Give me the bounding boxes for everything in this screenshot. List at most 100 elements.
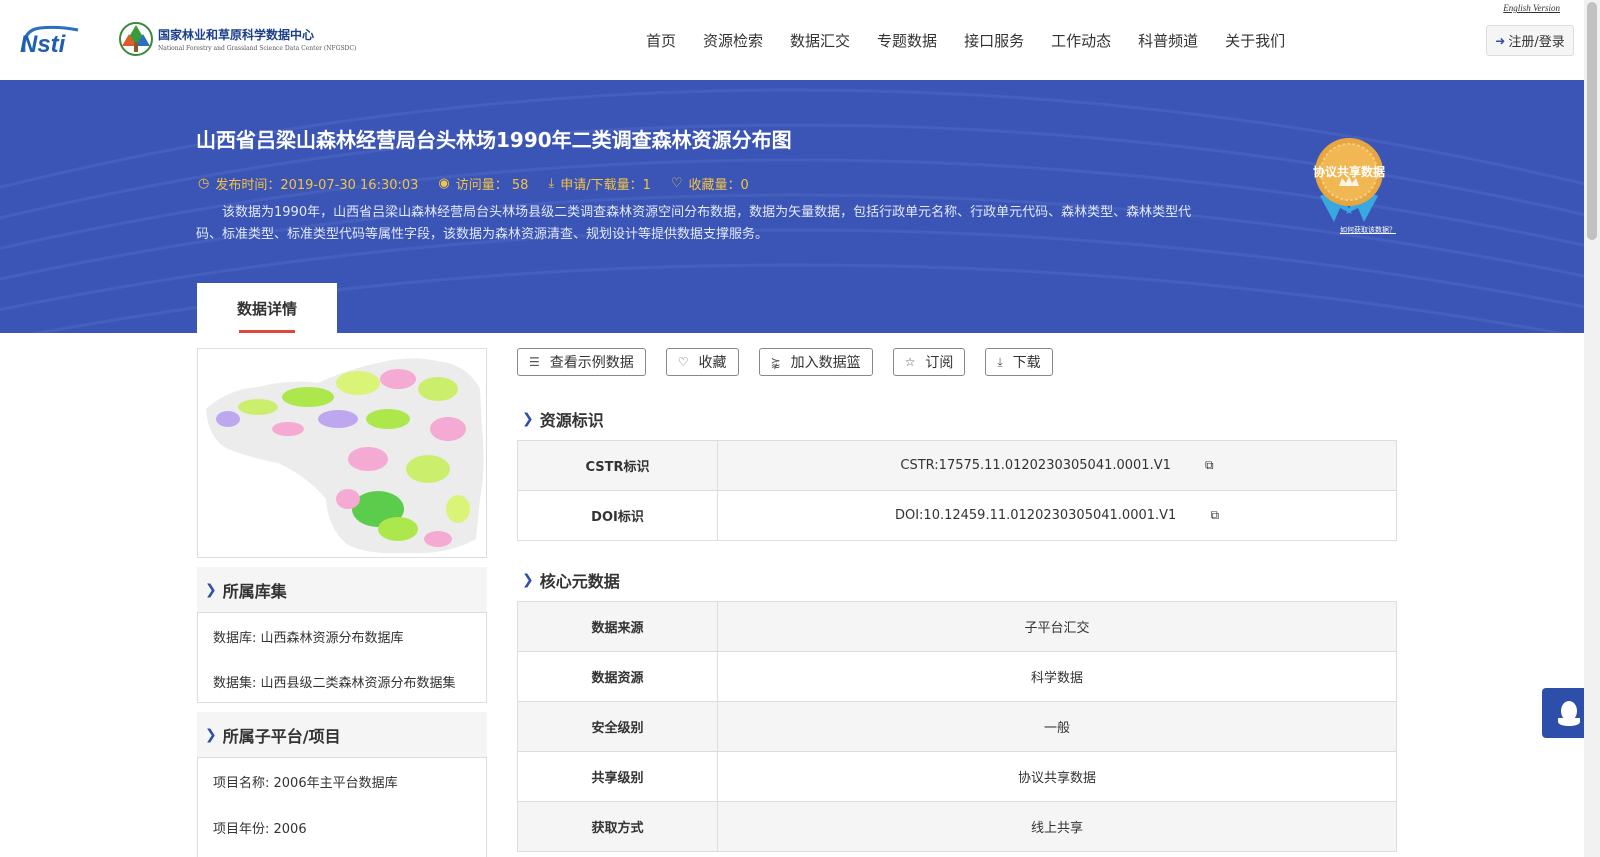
meta-key: 获取方式 <box>517 801 718 852</box>
forest-map-thumbnail <box>206 358 484 554</box>
chevron-right-icon: ❯ <box>205 581 217 598</box>
heart-icon: ♡ <box>670 176 683 191</box>
dataset-name[interactable]: 数据集: 山西县级二类森林资源分布数据集 <box>213 672 468 691</box>
download-icon: ⤓ <box>997 354 1003 369</box>
login-label: 注册/登录 <box>1508 35 1565 50</box>
nfgsdc-emblem-icon[interactable] <box>118 20 154 58</box>
nav-topic-data[interactable]: 专题数据 <box>877 30 937 51</box>
login-register-button[interactable]: ➜ 注册/登录 <box>1486 25 1574 56</box>
chevron-right-icon: ❯ <box>522 572 534 588</box>
chevron-right-icon: ❯ <box>205 726 217 743</box>
nav-home[interactable]: 首页 <box>646 30 676 51</box>
share-level-badge-text: 协议共享数据 <box>1312 165 1385 179</box>
star-icon: ☆ <box>904 355 916 369</box>
svg-text:Nsti: Nsti <box>20 31 67 56</box>
download-label: 下载 <box>1012 355 1041 371</box>
dataset-description: 该数据为1990年，山西省吕梁山森林经营局台头林场县级二类调查森林资源空间分布数… <box>196 205 1192 242</box>
meta-value: 线上共享 <box>717 801 1397 852</box>
table-row: 数据资源 科学数据 <box>517 651 1397 702</box>
tab-active-indicator <box>239 330 295 333</box>
core-metadata-heading: ❯ 核心元数据 <box>522 568 620 592</box>
cstr-value-cell: CSTR:17575.11.0120230305041.0001.V1 ⧉ <box>717 440 1397 491</box>
core-metadata-table: 数据来源 子平台汇交 数据资源 科学数据 安全级别 一般 共享级别 协议共享数据… <box>517 601 1397 852</box>
doi-key: DOI标识 <box>517 490 718 541</box>
publish-time: ◷ 发布时间：2019-07-30 16:30:03 <box>198 174 418 193</box>
view-sample-button[interactable]: ☰ 查看示例数据 <box>517 348 646 376</box>
center-name-en: National Forestry and Grassland Science … <box>158 45 357 52</box>
copy-icon[interactable]: ⧉ <box>1205 458 1214 473</box>
database-icon: ☰ <box>529 355 540 369</box>
meta-value: 科学数据 <box>717 651 1397 702</box>
favorite-count-text: 收藏量：0 <box>688 178 749 193</box>
main-nav: 首页 资源检索 数据汇交 专题数据 接口服务 工作动态 科普频道 关于我们 <box>646 30 1312 51</box>
favorite-button[interactable]: ♡ 收藏 <box>665 348 739 376</box>
meta-value: 子平台汇交 <box>717 601 1397 652</box>
dataset-meta: ◷ 发布时间：2019-07-30 16:30:03 ◉ 访问量： 58 ⤓ 申… <box>198 174 769 193</box>
library-section-title: 所属库集 <box>222 581 287 601</box>
site-header: Nsti 国家林业和草原科学数据中心 National Forestry and… <box>0 0 1584 80</box>
favorite-count: ♡ 收藏量：0 <box>671 174 749 193</box>
nsti-logo[interactable]: Nsti <box>18 22 98 56</box>
nav-news[interactable]: 工作动态 <box>1051 30 1111 51</box>
project-info-box: 项目名称: 2006年主平台数据库 项目年份: 2006 <box>197 757 487 857</box>
table-row: 共享级别 协议共享数据 <box>517 751 1397 802</box>
meta-value: 协议共享数据 <box>717 751 1397 802</box>
publish-time-text: 发布时间：2019-07-30 16:30:03 <box>215 178 419 193</box>
doi-value: DOI:10.12459.11.0120230305041.0001.V1 <box>894 508 1177 523</box>
tab-data-details-label: 数据详情 <box>236 299 297 318</box>
meta-key: 共享级别 <box>517 751 718 802</box>
tab-data-details[interactable]: 数据详情 <box>197 283 337 333</box>
action-toolbar: ☰ 查看示例数据 ♡ 收藏 ⪺ 加入数据篮 ☆ 订阅 ⤓ 下载 <box>517 348 1073 376</box>
how-to-get-data-link[interactable]: 如何获取该数据？ <box>1340 225 1396 235</box>
resource-id-table: CSTR标识 CSTR:17575.11.0120230305041.0001.… <box>517 440 1397 541</box>
database-name[interactable]: 数据库: 山西森林资源分布数据库 <box>213 627 468 646</box>
table-row: 数据来源 子平台汇交 <box>517 601 1397 652</box>
subscribe-button[interactable]: ☆ 订阅 <box>892 348 966 376</box>
visit-count-text: 访问量： 58 <box>455 178 529 193</box>
nav-resource-search[interactable]: 资源检索 <box>703 30 763 51</box>
doi-value-cell: DOI:10.12459.11.0120230305041.0001.V1 ⧉ <box>717 490 1397 541</box>
cstr-value: CSTR:17575.11.0120230305041.0001.V1 <box>900 458 1171 473</box>
dataset-thumbnail[interactable] <box>197 348 487 558</box>
add-to-basket-label: 加入数据篮 <box>790 355 861 371</box>
cstr-key: CSTR标识 <box>517 440 718 491</box>
meta-key: 数据来源 <box>517 601 718 652</box>
download-count: ⤓ 申请/下载量：1 <box>548 174 650 193</box>
subscribe-label: 订阅 <box>925 355 954 371</box>
resource-id-title: 资源标识 <box>539 411 604 430</box>
library-info-box: 数据库: 山西森林资源分布数据库 数据集: 山西县级二类森林资源分布数据集 <box>197 612 487 703</box>
meta-key: 安全级别 <box>517 701 718 752</box>
project-section-title: 所属子平台/项目 <box>222 726 341 746</box>
dataset-title: 山西省吕梁山森林经营局台头林场1990年二类调查森林资源分布图 <box>196 128 792 152</box>
download-button[interactable]: ⤓ 下载 <box>985 348 1053 376</box>
clock-icon: ◷ <box>198 176 210 191</box>
resource-id-heading: ❯ 资源标识 <box>522 407 604 431</box>
meta-key: 数据资源 <box>517 651 718 702</box>
dataset-banner: 山西省吕梁山森林经营局台头林场1990年二类调查森林资源分布图 ◷ 发布时间：2… <box>0 80 1584 333</box>
english-version-link[interactable]: English Version <box>1503 3 1560 13</box>
table-row: 安全级别 一般 <box>517 701 1397 752</box>
chevron-right-icon: ❯ <box>522 411 534 427</box>
project-section-heading: ❯ 所属子平台/项目 <box>197 712 487 757</box>
nav-science-popularization[interactable]: 科普频道 <box>1138 30 1198 51</box>
nav-about-us[interactable]: 关于我们 <box>1225 30 1285 51</box>
page-scrollbar[interactable] <box>1584 0 1600 857</box>
eye-icon: ◉ <box>438 176 450 191</box>
nav-api-service[interactable]: 接口服务 <box>964 30 1024 51</box>
scrollbar-thumb[interactable] <box>1587 2 1597 240</box>
view-sample-label: 查看示例数据 <box>549 355 634 371</box>
add-to-basket-button[interactable]: ⪺ 加入数据篮 <box>758 348 873 376</box>
download-count-text: 申请/下载量：1 <box>560 178 651 193</box>
share-icon: ⪺ <box>770 355 781 369</box>
visit-count: ◉ 访问量： 58 <box>438 174 528 193</box>
qq-penguin-icon <box>1558 701 1580 726</box>
sign-in-icon: ➜ <box>1495 33 1506 48</box>
favorite-label: 收藏 <box>698 355 727 371</box>
table-row: 获取方式 线上共享 <box>517 801 1397 852</box>
download-icon: ⤓ <box>548 176 555 191</box>
meta-value: 一般 <box>717 701 1397 752</box>
copy-icon[interactable]: ⧉ <box>1210 508 1219 523</box>
table-row: CSTR标识 CSTR:17575.11.0120230305041.0001.… <box>517 440 1397 491</box>
project-name: 项目名称: 2006年主平台数据库 <box>213 776 398 791</box>
nav-data-submission[interactable]: 数据汇交 <box>790 30 850 51</box>
